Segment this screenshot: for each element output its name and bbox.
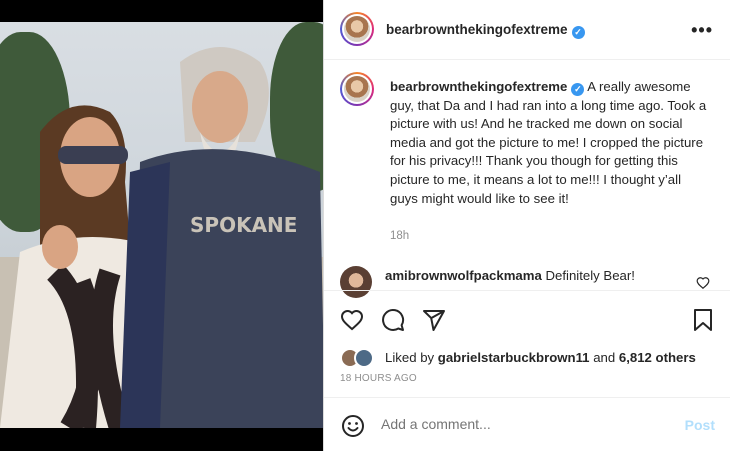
- verified-badge-icon: ✓: [571, 26, 585, 39]
- svg-text:SPOKANE: SPOKANE: [190, 213, 297, 237]
- author-avatar[interactable]: [340, 12, 374, 46]
- liker-avatar[interactable]: [354, 348, 374, 368]
- post-caption: bearbrownthekingofextreme ✓ A really awes…: [390, 78, 710, 208]
- author-username-row[interactable]: bearbrownthekingofextreme ✓: [386, 22, 585, 39]
- liker-username[interactable]: gabrielstarbuckbrown11: [438, 350, 590, 365]
- save-bookmark-icon[interactable]: [691, 308, 715, 332]
- author-username[interactable]: bearbrownthekingofextreme: [386, 22, 568, 37]
- add-comment-bar: Post: [324, 397, 730, 451]
- like-heart-icon[interactable]: [340, 308, 364, 332]
- share-direct-icon[interactable]: [422, 308, 446, 332]
- post-header: bearbrownthekingofextreme ✓ •••: [324, 0, 730, 60]
- comment-input[interactable]: [381, 416, 641, 432]
- caption-text: A really awesome guy, that Da and I had …: [390, 79, 707, 206]
- post-modal: SPOKANE bearbrownthekingofextreme ✓ ••• b…: [0, 0, 730, 451]
- comment-bubble-icon[interactable]: [381, 308, 405, 332]
- likes-text: Liked by gabrielstarbuckbrown11 and 6,81…: [385, 350, 696, 365]
- caption-username[interactable]: bearbrownthekingofextreme: [390, 79, 567, 94]
- more-options-icon[interactable]: •••: [691, 20, 713, 41]
- post-sidebar: bearbrownthekingofextreme ✓ ••• bearbrown…: [323, 0, 730, 451]
- comment-row: amibrownwolfpackmama Definitely Bear!: [340, 266, 720, 298]
- post-photo: SPOKANE: [0, 22, 323, 428]
- caption-avatar[interactable]: [340, 72, 374, 106]
- verified-badge-icon: ✓: [571, 83, 585, 96]
- comment-username[interactable]: amibrownwolfpackmama: [385, 268, 542, 283]
- likes-count[interactable]: 6,812 others: [619, 350, 696, 365]
- post-timestamp[interactable]: 18 HOURS AGO: [340, 373, 417, 384]
- post-comment-button[interactable]: Post: [685, 417, 715, 433]
- likes-and: and: [593, 350, 616, 365]
- comment-like-heart-icon[interactable]: [696, 276, 710, 290]
- action-bar: [324, 290, 730, 348]
- comment-body: amibrownwolfpackmama Definitely Bear!: [385, 268, 635, 283]
- caption-age[interactable]: 18h: [390, 230, 409, 242]
- likes-prefix: Liked by: [385, 350, 435, 365]
- comment-text: Definitely Bear!: [545, 268, 635, 283]
- emoji-icon[interactable]: [341, 414, 365, 438]
